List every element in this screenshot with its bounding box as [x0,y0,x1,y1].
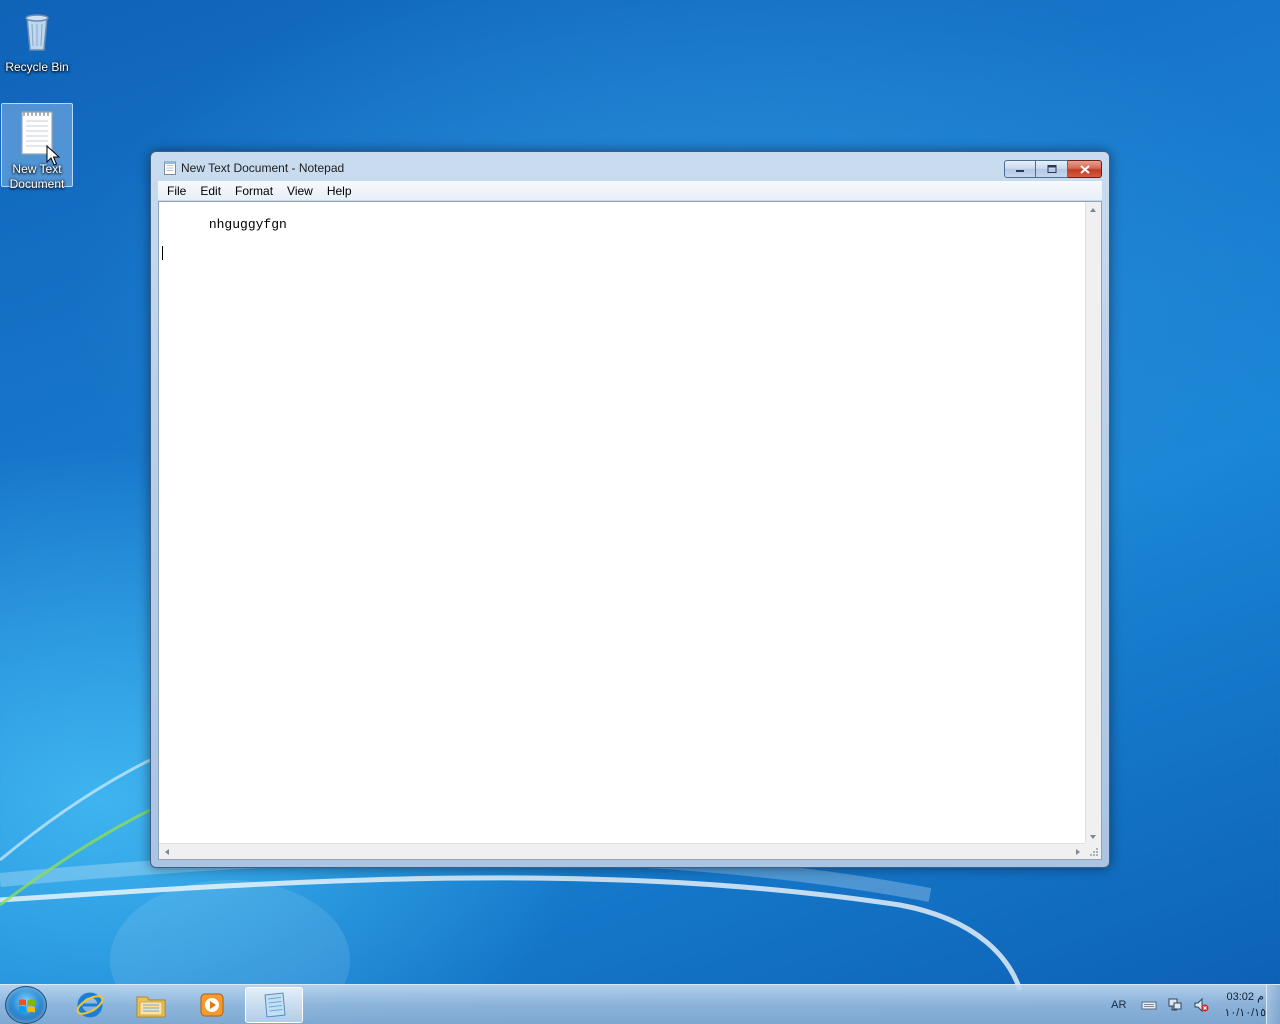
menu-edit[interactable]: Edit [193,181,228,201]
system-tray: AR 03:02 م ١٠/١٠/١٥ [1111,985,1266,1024]
window-title: New Text Document - Notepad [181,161,345,175]
scroll-right-icon[interactable] [1076,849,1080,855]
language-indicator[interactable]: AR [1111,999,1126,1011]
desktop-icon-label-line1: New Text [12,162,62,176]
maximize-icon [1047,165,1056,173]
clock-date: ١٠/١٠/١٥ [1224,1007,1266,1019]
mouse-cursor-icon [46,145,60,166]
clock-time: 03:02 م [1226,991,1264,1003]
recycle-bin-icon [25,14,49,51]
menu-file[interactable]: File [160,181,193,201]
menu-help[interactable]: Help [320,181,359,201]
windows-explorer-icon [136,996,166,1018]
internet-explorer-icon [76,992,104,1018]
menu-format[interactable]: Format [228,181,280,201]
scroll-up-icon[interactable] [1090,208,1096,212]
text-editor[interactable]: nhguggyfgn [158,201,1102,860]
menu-view[interactable]: View [280,181,320,201]
maximize-button[interactable] [1036,160,1068,178]
document-text: nhguggyfgn [208,217,287,232]
minimize-button[interactable] [1004,160,1036,178]
start-button[interactable] [5,986,47,1024]
taskbar-notepad[interactable] [245,987,303,1023]
desktop-icon-label: Recycle Bin [5,60,69,74]
taskbar-media-player[interactable] [183,987,241,1023]
taskbar-windows-explorer[interactable] [122,987,180,1023]
desktop-icon-recycle-bin[interactable]: Recycle Bin [1,2,73,74]
text-caret [162,246,163,260]
resize-grip-icon[interactable] [1085,843,1101,859]
text-area[interactable]: nhguggyfgn [159,202,1086,844]
menu-bar: File Edit Format View Help [158,181,1102,201]
notepad-window[interactable]: New Text Document - Notepad File Edit Fo… [150,151,1110,868]
network-icon[interactable] [1167,997,1183,1013]
taskbar: AR 03:02 م ١٠/١٠/١٥ [0,984,1280,1024]
minimize-icon [1016,170,1024,172]
close-icon [1079,164,1090,174]
scroll-down-icon[interactable] [1090,835,1096,839]
close-button[interactable] [1068,160,1102,178]
volume-muted-icon[interactable] [1193,997,1209,1013]
show-desktop-button[interactable] [1266,985,1280,1024]
taskbar-internet-explorer[interactable] [61,987,119,1023]
desktop-icon-new-text-document[interactable]: New Text Document [1,103,73,191]
horizontal-scrollbar[interactable] [159,843,1086,859]
media-player-icon [200,993,224,1017]
desktop-icon-label-line2: Document [9,177,65,191]
title-bar[interactable]: New Text Document - Notepad [151,152,1109,182]
windows-logo-icon [19,999,35,1013]
scroll-left-icon[interactable] [165,849,169,855]
notepad-icon [264,992,286,1018]
vertical-scrollbar[interactable] [1085,202,1101,844]
caption-buttons [1004,160,1102,178]
keyboard-icon[interactable] [1141,997,1157,1013]
notepad-icon [164,161,176,175]
clock[interactable]: 03:02 م ١٠/١٠/١٥ [1224,989,1266,1021]
